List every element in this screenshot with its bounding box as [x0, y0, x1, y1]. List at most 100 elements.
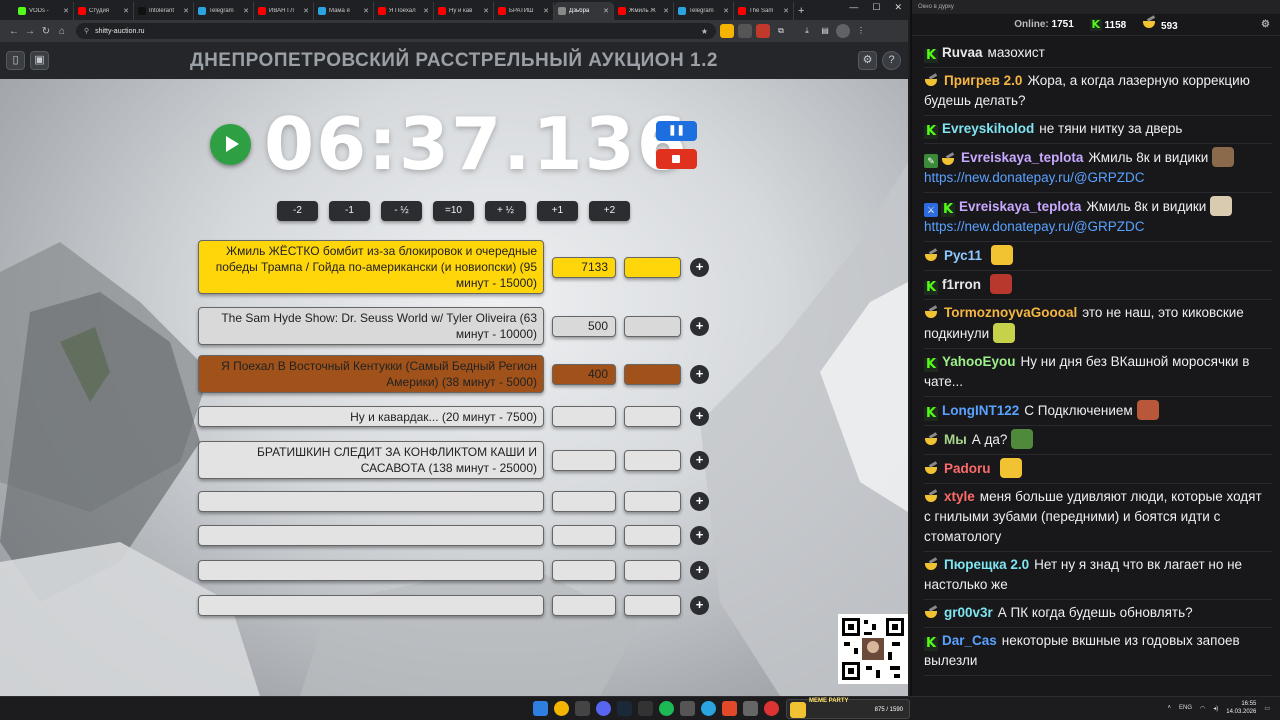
extension-icon[interactable] — [738, 24, 752, 38]
new-tab-button[interactable]: + — [798, 2, 804, 20]
bookmark-star-icon[interactable]: ★ — [701, 27, 708, 36]
browser-tab[interactable]: Telegram ✕ — [674, 2, 734, 20]
minimize-icon[interactable]: — — [849, 2, 858, 13]
chat-username[interactable]: gr00v3r — [944, 605, 993, 620]
meme-party-widget[interactable]: MEME PARTY 875 / 1590 — [786, 698, 910, 719]
time-adjust-button[interactable]: -2 — [277, 201, 318, 221]
sidebar-icon[interactable]: ▤ — [818, 24, 832, 38]
reload-icon[interactable]: ↻ — [38, 26, 54, 37]
lot-add-amount-field[interactable] — [624, 560, 681, 581]
forward-icon[interactable]: → — [22, 26, 38, 37]
app-icon[interactable] — [680, 701, 695, 716]
chat-username[interactable]: Пригрев 2.0 — [944, 73, 1022, 88]
chat-username[interactable]: LongINT122 — [942, 403, 1019, 418]
browser-tab[interactable]: Я Поехал ✕ — [374, 2, 434, 20]
telegram-icon[interactable] — [701, 701, 716, 716]
extension-icon[interactable] — [720, 24, 734, 38]
extensions-puzzle-icon[interactable]: ⧉ — [774, 24, 788, 38]
lot-name-field[interactable]: Я Поехал В Восточный Кентукки (Самый Бед… — [198, 355, 544, 393]
save-icon[interactable]: ▣ — [30, 51, 49, 70]
volume-icon[interactable]: ◂) — [1213, 705, 1218, 712]
extension-icon[interactable] — [756, 24, 770, 38]
pause-button[interactable]: ❚❚ — [656, 121, 697, 141]
clock[interactable]: 16:55 14.03.2026 — [1226, 700, 1256, 716]
home-icon[interactable]: ⌂ — [54, 26, 70, 37]
discord-icon[interactable] — [596, 701, 611, 716]
time-adjust-button[interactable]: + ½ — [485, 201, 526, 221]
time-adjust-button[interactable]: -1 — [329, 201, 370, 221]
chat-username[interactable]: f1rron — [942, 277, 981, 292]
chat-username[interactable]: Dar_Cas — [942, 633, 997, 648]
tab-close-icon[interactable]: ✕ — [783, 7, 789, 15]
chat-link[interactable]: https://new.donatepay.ru/@GRPZDC — [924, 170, 1145, 185]
lot-add-amount-field[interactable] — [624, 406, 681, 427]
tab-close-icon[interactable]: ✕ — [183, 7, 189, 15]
chat-settings-icon[interactable]: ⚙ — [1261, 19, 1270, 30]
chat-username[interactable]: Мы — [944, 432, 967, 447]
chrome-icon[interactable] — [554, 701, 569, 716]
lot-amount-field[interactable] — [552, 491, 616, 512]
lot-name-field[interactable]: The Sam Hyde Show: Dr. Seuss World w/ Ty… — [198, 307, 544, 345]
time-adjust-button[interactable]: =10 — [433, 201, 474, 221]
site-info-icon[interactable]: ⚲ — [84, 27, 89, 35]
browser-tab[interactable]: ИВАН ГЛ ✕ — [254, 2, 314, 20]
lot-name-field[interactable]: Ну и кавардак... (20 минут - 7500) — [198, 406, 544, 427]
app-icon[interactable] — [638, 701, 653, 716]
lot-add-button[interactable]: + — [690, 561, 709, 580]
browser-tab[interactable]: The Sam ✕ — [734, 2, 794, 20]
lot-add-amount-field[interactable] — [624, 256, 681, 278]
lot-name-field[interactable]: БРАТИШКИН СЛЕДИТ ЗА КОНФЛИКТОМ КАШИ И СА… — [198, 441, 544, 479]
time-adjust-button[interactable]: +2 — [589, 201, 630, 221]
browser-tab[interactable]: Дзьбра ✕ — [554, 2, 614, 20]
lot-name-field[interactable] — [198, 525, 544, 546]
spotify-icon[interactable] — [659, 701, 674, 716]
tab-close-icon[interactable]: ✕ — [723, 7, 729, 15]
back-icon[interactable]: ← — [6, 26, 22, 37]
lot-name-field[interactable]: Жмиль ЖЁСТКО бомбит из-за блокировок и о… — [198, 240, 544, 294]
notifications-icon[interactable]: ▭ — [1264, 705, 1270, 712]
tab-close-icon[interactable]: ✕ — [363, 7, 369, 15]
tab-close-icon[interactable]: ✕ — [123, 7, 129, 15]
lot-name-field[interactable] — [198, 491, 544, 512]
chat-username[interactable]: Evreiskaya_teplota — [961, 150, 1083, 165]
help-icon[interactable]: ? — [882, 51, 901, 70]
chat-username[interactable]: Padoru — [944, 461, 991, 476]
lot-amount-field[interactable] — [552, 595, 616, 616]
sidebar-toggle-icon[interactable]: ▯ — [6, 51, 25, 70]
lot-add-button[interactable]: + — [690, 316, 709, 336]
chat-username[interactable]: Рус11 — [944, 248, 982, 263]
lot-name-field[interactable] — [198, 560, 544, 581]
steam-icon[interactable] — [617, 701, 632, 716]
chat-username[interactable]: xtyle — [944, 489, 975, 504]
browser-tab[interactable]: Intolerant ✕ — [134, 2, 194, 20]
browser-tab[interactable]: Мама я ✕ — [314, 2, 374, 20]
tab-close-icon[interactable]: ✕ — [603, 7, 609, 15]
lot-add-button[interactable]: + — [690, 450, 709, 470]
tray-chevron-icon[interactable]: ˄ — [1168, 705, 1172, 711]
lot-add-button[interactable]: + — [690, 364, 709, 384]
lot-amount-field[interactable] — [552, 406, 616, 427]
lot-add-amount-field[interactable] — [624, 363, 681, 385]
tab-close-icon[interactable]: ✕ — [243, 7, 249, 15]
lot-add-button[interactable]: + — [690, 257, 709, 277]
browser-tab[interactable]: VODs - ✕ — [14, 2, 74, 20]
lot-amount-field[interactable] — [552, 525, 616, 546]
time-adjust-button[interactable]: +1 — [537, 201, 578, 221]
stop-button[interactable] — [656, 149, 697, 169]
lot-amount-field[interactable]: 7133 — [552, 256, 616, 278]
chat-username[interactable]: YahooEyou — [942, 354, 1016, 369]
start-windows-icon[interactable] — [533, 701, 548, 716]
download-icon[interactable]: ⤓ — [800, 24, 814, 38]
app-icon[interactable] — [743, 701, 758, 716]
close-icon[interactable]: ✕ — [894, 2, 902, 13]
chat-username[interactable]: TormoznoyvaGoooal — [944, 305, 1077, 320]
lot-add-amount-field[interactable] — [624, 595, 681, 616]
app-icon[interactable] — [575, 701, 590, 716]
lot-add-button[interactable]: + — [690, 407, 709, 426]
lot-amount-field[interactable] — [552, 560, 616, 581]
time-adjust-button[interactable]: - ½ — [381, 201, 422, 221]
tab-close-icon[interactable]: ✕ — [423, 7, 429, 15]
lot-add-amount-field[interactable] — [624, 491, 681, 512]
wifi-icon[interactable]: ◠ — [1200, 705, 1205, 712]
browser-tab[interactable]: Жмиль Ж ✕ — [614, 2, 674, 20]
